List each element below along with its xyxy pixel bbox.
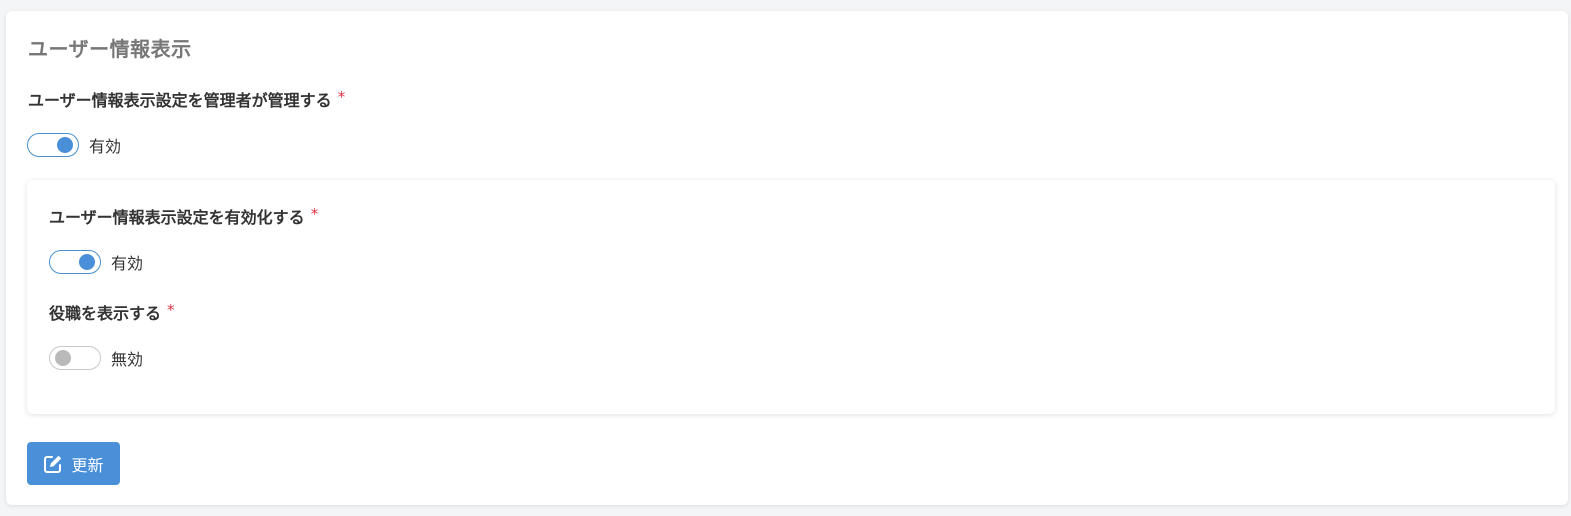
- enable-display-label: ユーザー情報表示設定を有効化する *: [49, 204, 318, 228]
- section-title: ユーザー情報表示: [28, 37, 192, 61]
- required-mark: *: [310, 205, 319, 223]
- required-mark: *: [167, 301, 175, 319]
- enable-display-toggle-row: 有効: [49, 249, 143, 275]
- toggle-knob: [55, 350, 71, 366]
- show-position-toggle-row: 無効: [49, 345, 143, 371]
- enable-display-label-text: ユーザー情報表示設定を有効化する: [49, 208, 305, 227]
- edit-icon: [44, 455, 62, 473]
- user-info-display-card: ユーザー情報表示 ユーザー情報表示設定を管理者が管理する * 有効 ユーザー情報表…: [6, 11, 1568, 505]
- admin-manage-state-text: 有効: [89, 137, 122, 156]
- toggle-knob: [79, 254, 95, 270]
- update-button-label: 更新: [71, 455, 104, 475]
- update-button[interactable]: 更新: [27, 442, 120, 485]
- toggle-knob: [57, 137, 73, 153]
- admin-manage-label: ユーザー情報表示設定を管理者が管理する *: [28, 87, 345, 111]
- admin-manage-label-text: ユーザー情報表示設定を管理者が管理する: [28, 91, 332, 110]
- show-position-label-text: 役職を表示する: [49, 304, 162, 323]
- admin-manage-toggle-row: 有効: [27, 132, 121, 158]
- show-position-label: 役職を表示する *: [49, 300, 175, 324]
- admin-manage-toggle[interactable]: [27, 133, 79, 157]
- required-mark: *: [337, 88, 346, 106]
- show-position-toggle[interactable]: [49, 346, 101, 370]
- user-display-settings-panel: ユーザー情報表示設定を有効化する * 有効 役職を表示する * 無効: [27, 180, 1555, 414]
- enable-display-state-text: 有効: [111, 254, 144, 273]
- enable-display-toggle[interactable]: [49, 250, 101, 274]
- show-position-state-text: 無効: [111, 350, 144, 369]
